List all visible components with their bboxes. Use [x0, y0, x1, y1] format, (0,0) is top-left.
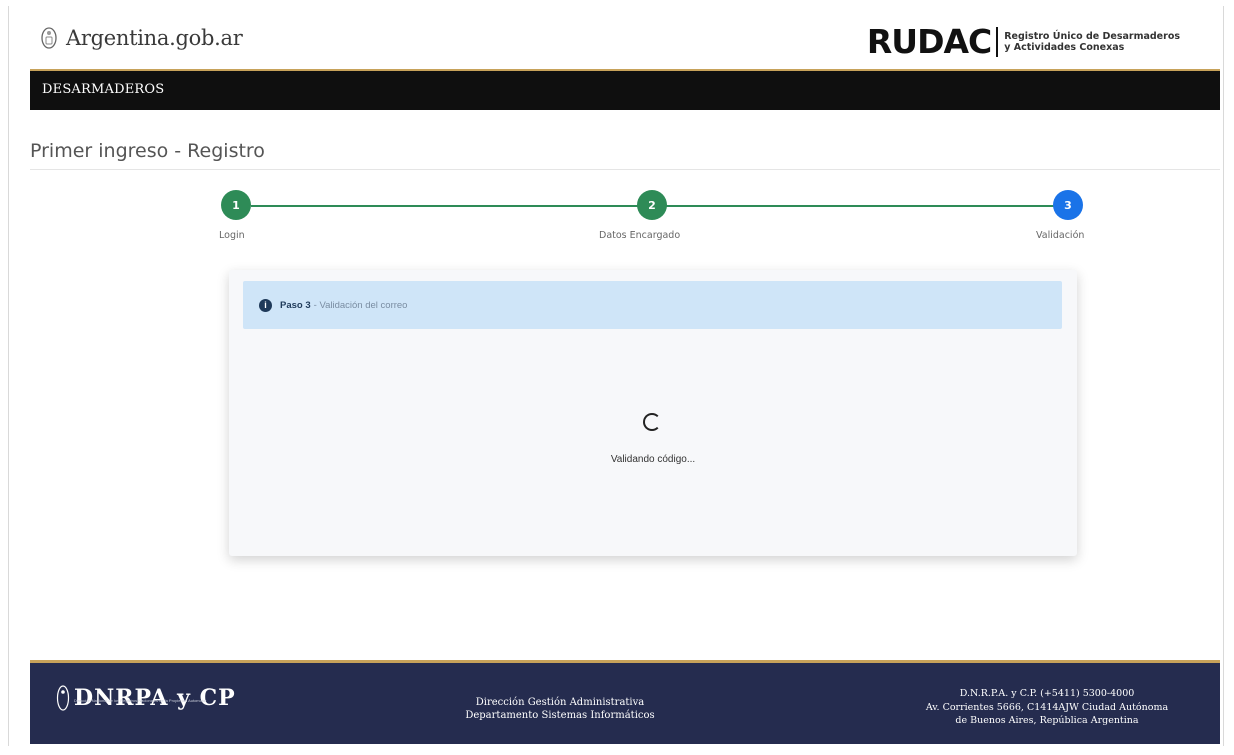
rudac-subtitle: Registro Único de Desarmaderos y Activid… — [1004, 31, 1180, 53]
alert-description: - Validación del correo — [313, 299, 408, 311]
footer-center-line1: Dirección Gestión Administrativa — [475, 697, 645, 708]
nav-bar: DESARMADEROS — [30, 69, 1220, 110]
step-2-circle: 2 — [637, 190, 667, 220]
validation-card: i Paso 3 - Validación del correo Validan… — [229, 270, 1077, 556]
step-2-label: Datos Encargado — [599, 230, 681, 241]
info-alert: i Paso 3 - Validación del correo — [243, 281, 1062, 329]
footer-contact-line1: D.N.R.P.A. y C.P. (+5411) 5300-4000 — [959, 688, 1135, 699]
argentina-seal-icon — [41, 27, 57, 49]
rudac-subtitle-line2: y Actividades Conexas — [1004, 41, 1125, 53]
step-1-label: Login — [219, 230, 245, 241]
info-icon: i — [259, 298, 272, 312]
step-3-label: Validación — [1036, 230, 1085, 241]
footer-center-line2: Departamento Sistemas Informáticos — [465, 710, 655, 721]
title-divider — [30, 169, 1220, 170]
step-connector-2 — [666, 205, 1066, 207]
loading-spinner-icon — [643, 413, 661, 431]
footer-center-text: Dirección Gestión Administrativa Departa… — [390, 696, 730, 722]
top-header: Argentina.gob.ar RUDAC Registro Único de… — [30, 12, 1220, 68]
loading-text: Validando código... — [610, 454, 696, 465]
footer: DNRPA y CP Dirección Nacional de los Reg… — [30, 660, 1220, 744]
alert-step-label: Paso 3 — [280, 299, 311, 311]
rudac-subtitle-line1: Registro Único de Desarmaderos — [1004, 30, 1180, 42]
argentina-gob-logo[interactable]: Argentina.gob.ar — [40, 26, 243, 50]
step-connector-1 — [251, 205, 651, 207]
step-1-circle: 1 — [221, 190, 251, 220]
page-title: Primer ingreso - Registro — [30, 140, 265, 162]
step-3-circle: 3 — [1053, 190, 1083, 220]
footer-contact-line2: Av. Corrientes 5666, C1414AJW Ciudad Aut… — [925, 701, 1169, 713]
dnrpa-seal-icon — [56, 685, 70, 711]
rudac-wordmark: RUDAC — [866, 22, 992, 61]
footer-contact: D.N.R.P.A. y C.P. (+5411) 5300-4000 Av. … — [882, 687, 1212, 728]
stepper: 1 2 3 Login Datos Encargado Validación — [0, 190, 1234, 250]
nav-item-desarmaderos[interactable]: DESARMADEROS — [42, 82, 164, 97]
argentina-gob-text: Argentina.gob.ar — [66, 26, 243, 50]
footer-contact-line3: de Buenos Aires, República Argentina — [955, 715, 1139, 726]
rudac-separator — [996, 26, 999, 57]
rudac-logo: RUDAC Registro Único de Desarmaderos y A… — [867, 22, 1180, 61]
dnrpa-tagline: Dirección Nacional de los Registros Naci… — [74, 698, 207, 703]
